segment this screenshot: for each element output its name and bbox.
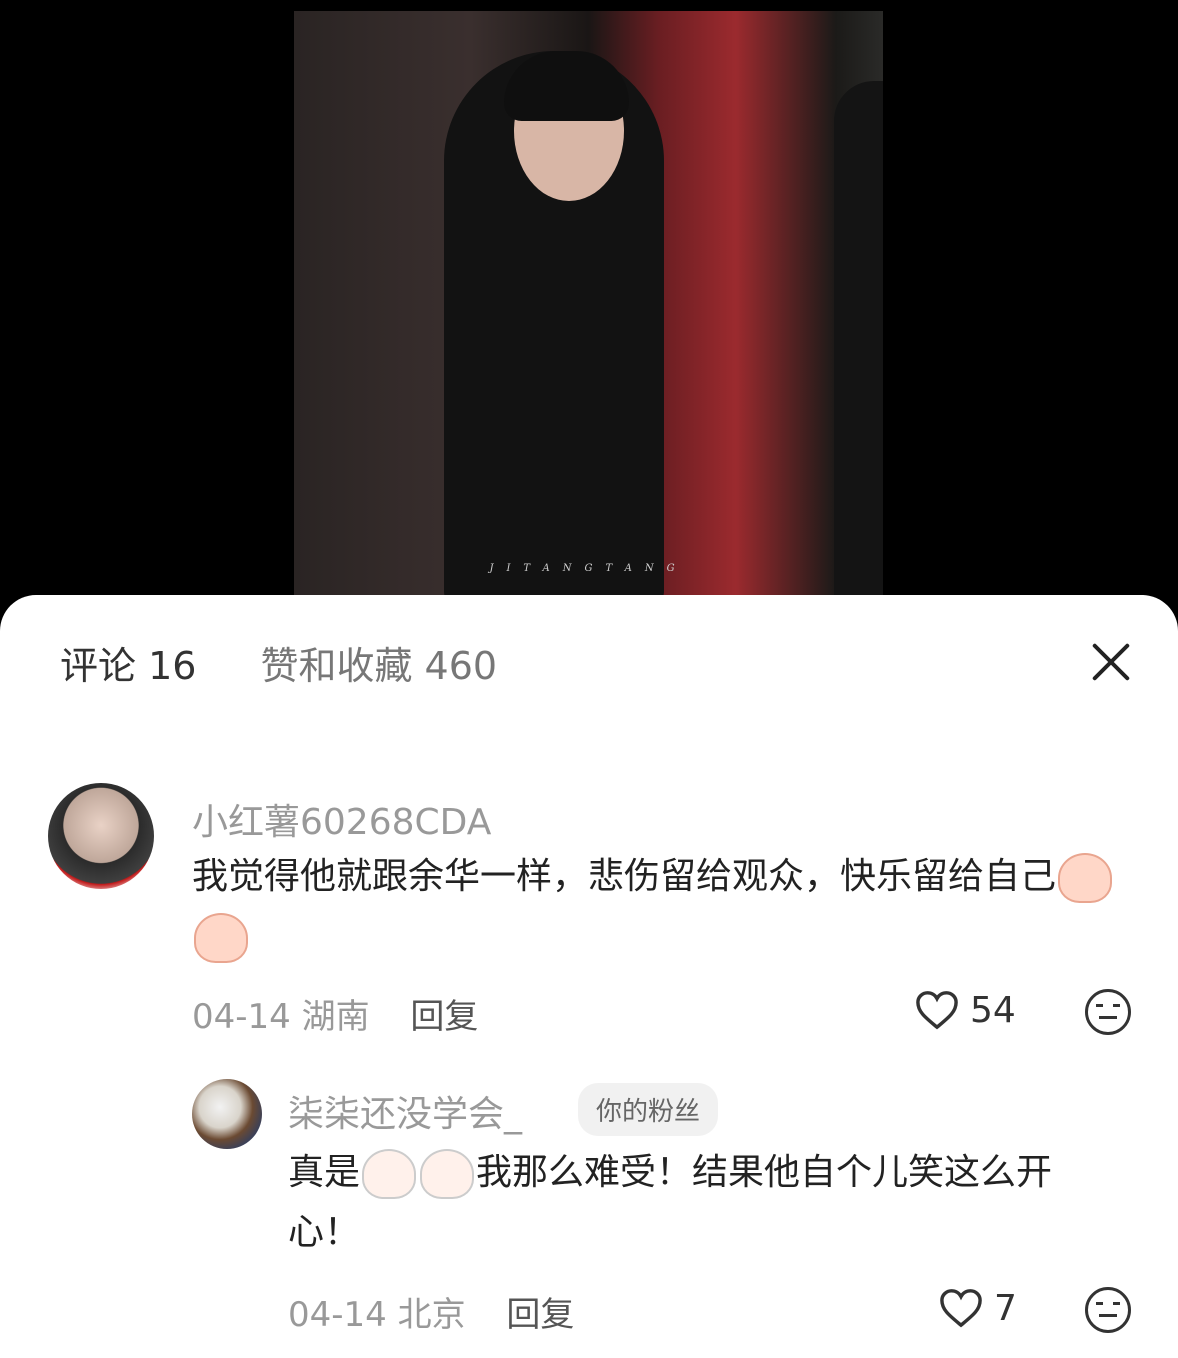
comments-tabs: 评论 16 赞和收藏 460 bbox=[60, 635, 497, 690]
second-person bbox=[834, 81, 883, 595]
reply-date: 04-14 bbox=[288, 1295, 387, 1335]
like-count: 54 bbox=[970, 989, 1016, 1031]
dislike-icon[interactable] bbox=[1085, 1287, 1131, 1333]
reply-location: 北京 bbox=[397, 1295, 466, 1335]
reply-button[interactable]: 回复 bbox=[506, 1295, 574, 1335]
comment-text: 我觉得他就跟余华一样，悲伤留给观众，快乐留给自己 bbox=[192, 847, 1122, 967]
comments-sheet: 评论 16 赞和收藏 460 小红薯60268CDA 我觉得他就跟余华一样，悲伤… bbox=[0, 595, 1178, 1358]
like-button[interactable]: 54 bbox=[914, 989, 1016, 1031]
crying-cat-emoji bbox=[420, 1149, 475, 1199]
reply-meta: 04-14 北京 回复 bbox=[288, 1287, 574, 1336]
reply-text-part1: 真是 bbox=[288, 1152, 361, 1193]
comment-meta: 04-14 湖南 回复 bbox=[192, 989, 478, 1038]
person-hair bbox=[504, 51, 629, 121]
comment-author[interactable]: 小红薯60268CDA bbox=[192, 793, 491, 845]
heart-icon bbox=[940, 1289, 982, 1328]
close-icon[interactable] bbox=[1090, 641, 1132, 683]
comment-location: 湖南 bbox=[301, 997, 370, 1037]
like-count: 7 bbox=[994, 1287, 1017, 1329]
image-watermark: JITANGTANG bbox=[489, 563, 688, 574]
tab-likes-favorites[interactable]: 赞和收藏 460 bbox=[260, 635, 497, 690]
reply-author[interactable]: 柒柒还没学会_ bbox=[288, 1085, 522, 1137]
crying-face-emoji bbox=[194, 913, 248, 963]
reply-button[interactable]: 回复 bbox=[410, 997, 478, 1037]
fan-badge: 你的粉丝 bbox=[578, 1083, 719, 1136]
crying-face-emoji bbox=[1058, 853, 1113, 903]
like-button[interactable]: 7 bbox=[938, 1287, 1017, 1329]
post-image[interactable]: JITANGTANG bbox=[294, 11, 883, 595]
reply-text: 真是 我那么难受！结果他自个儿笑这么开心！ bbox=[288, 1143, 1118, 1263]
tab-comments[interactable]: 评论 16 bbox=[60, 635, 196, 690]
avatar[interactable] bbox=[48, 783, 154, 889]
avatar[interactable] bbox=[192, 1079, 262, 1149]
dislike-icon[interactable] bbox=[1085, 989, 1131, 1035]
crying-cat-emoji bbox=[362, 1149, 417, 1199]
comment-date: 04-14 bbox=[192, 997, 291, 1037]
comment-text-body: 我觉得他就跟余华一样，悲伤留给观众，快乐留给自己 bbox=[192, 856, 1057, 897]
heart-icon bbox=[916, 991, 958, 1030]
